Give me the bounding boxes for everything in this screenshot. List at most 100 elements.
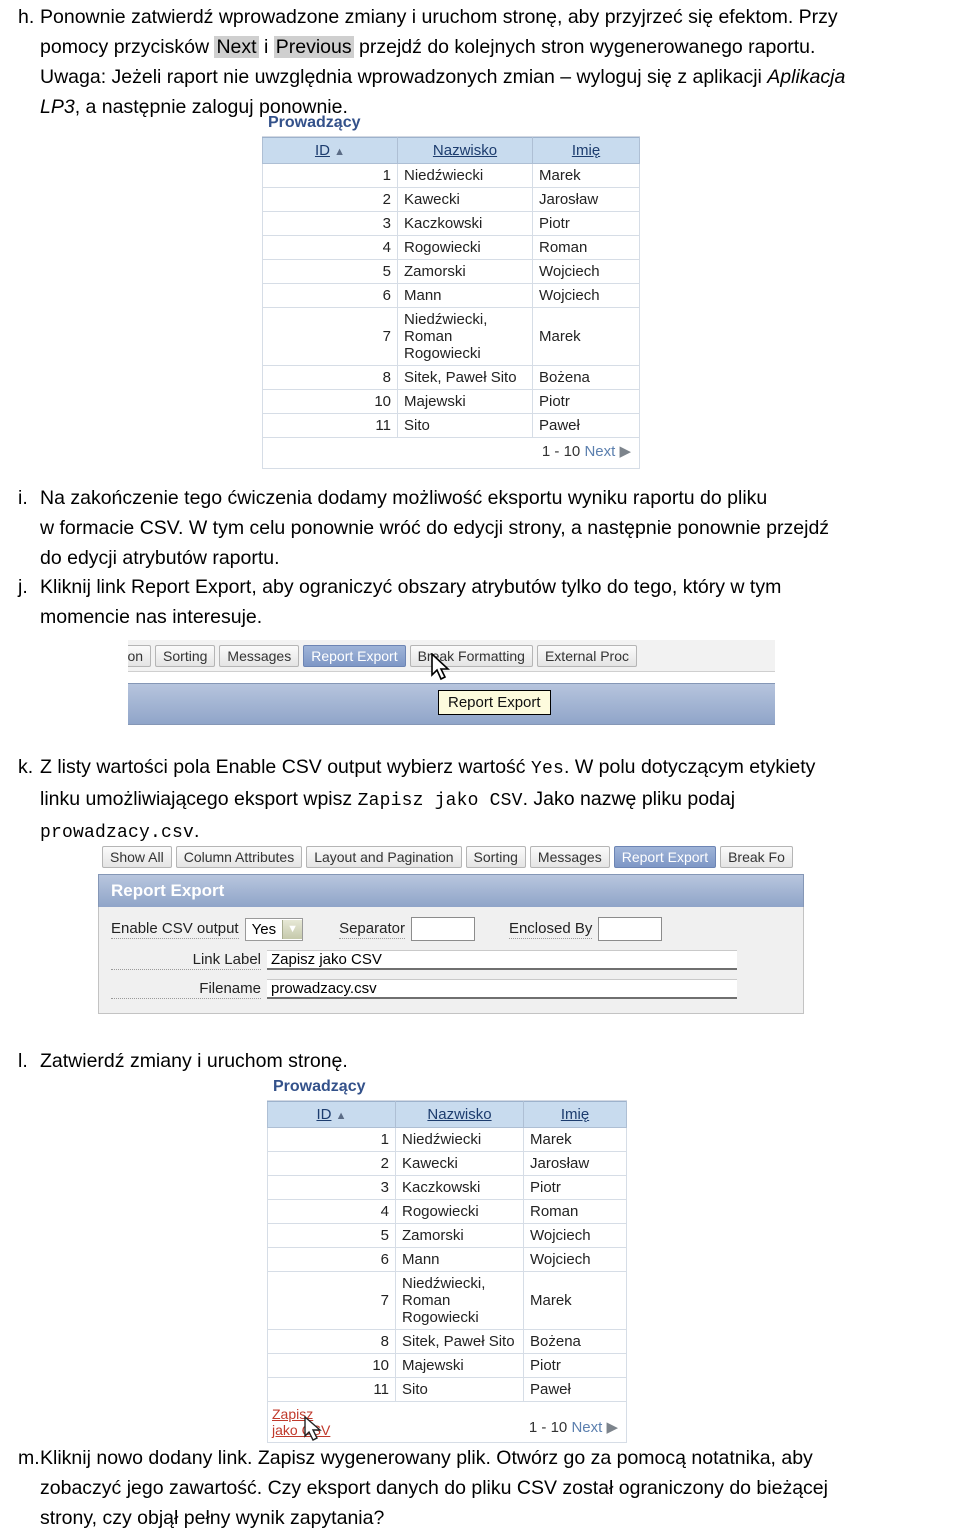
pager-range: 1 - 10 xyxy=(541,443,581,460)
enable-csv-row: Enable CSV output Yes ▼ Separator Enclos… xyxy=(111,917,791,941)
report-table-1-body: 1 Niedźwiecki Marek 2 Kawecki Jarosław 3 Kaczko… xyxy=(262,163,640,438)
filename-label: Filename xyxy=(111,980,261,999)
export-panel: Report Export Enable CSV output Yes ▼ Se… xyxy=(98,874,804,1014)
cell-id: 5 xyxy=(262,259,398,284)
step-m-line-2: zobaczyć jego zawartość. Czy eksport dan… xyxy=(40,1477,828,1499)
step-h-line-2: pomocy przycisków Next i Previous przejd… xyxy=(40,36,816,58)
cell-id: 11 xyxy=(262,413,398,438)
tabbar-screenshot-j: ginationSortingMessagesReport ExportBrea… xyxy=(128,640,775,736)
tab-gination[interactable]: gination xyxy=(128,645,152,667)
enclosed-by-label: Enclosed By xyxy=(508,919,593,939)
step-i-marker: i. xyxy=(18,487,28,509)
column-header-nazwisko-2[interactable]: Nazwisko xyxy=(395,1101,524,1128)
cell-id: 6 xyxy=(262,283,398,308)
export-panel-heading: Report Export xyxy=(98,874,804,907)
filename-input[interactable] xyxy=(267,979,737,999)
step-h-marker: h. xyxy=(18,6,35,28)
cell-id: 7 xyxy=(262,307,398,366)
column-header-id[interactable]: ID ▲ xyxy=(262,137,398,164)
cell-id: 6 xyxy=(267,1247,396,1272)
table-row: 3 Kaczkowski Piotr xyxy=(267,1175,627,1200)
enable-csv-term: Enable CSV output xyxy=(215,756,382,778)
step-i-text: Na zakończenie tego ćwiczenia dodamy moż… xyxy=(40,483,950,573)
pager-next-link-2[interactable]: Next xyxy=(571,1419,602,1436)
cell-nazwisko: Rogowiecki xyxy=(395,1199,524,1224)
tab-report-export[interactable]: Report Export xyxy=(613,846,717,868)
table-row: 1 Niedźwiecki Marek xyxy=(262,163,640,188)
table-row: 8 Sitek, Paweł Sito Bożena xyxy=(267,1329,627,1354)
tab-break-fo[interactable]: Break Fo xyxy=(720,846,793,868)
pager-controls-2[interactable]: 1 - 10 Next ▶ xyxy=(529,1406,618,1436)
cell-nazwisko: Niedźwiecki, Roman Rogowiecki xyxy=(397,307,533,366)
pager-next-arrow-icon[interactable]: ▶ xyxy=(619,443,631,460)
table-row: 7 Niedźwiecki, Roman Rogowiecki Marek xyxy=(262,307,640,366)
tab-external-proc[interactable]: External Proc xyxy=(536,645,638,667)
report-table-1: ID ▲ Nazwisko Imię 1 Niedźwiecki Marek 2 Kaw… xyxy=(262,137,640,438)
tab-column-attributes[interactable]: Column Attributes xyxy=(175,846,303,868)
report-title: Prowadzący xyxy=(262,114,640,137)
tab-layout-and-pagination[interactable]: Layout and Pagination xyxy=(306,846,462,868)
cell-id: 2 xyxy=(267,1151,396,1176)
link-label-input[interactable] xyxy=(267,950,737,970)
tab-show-all[interactable]: Show All xyxy=(102,846,172,868)
step-j-line-2: momencie nas interesuje. xyxy=(40,606,263,628)
link-label-label: Link Label xyxy=(111,951,261,970)
step-m: m. Kliknij nowo dodany link. Zapisz wyge… xyxy=(0,1443,955,1533)
step-m-line-1: Kliknij nowo dodany link. Zapisz wygener… xyxy=(40,1447,813,1469)
table-row: 2 Kawecki Jarosław xyxy=(267,1151,627,1176)
separator-input[interactable] xyxy=(410,917,475,941)
cell-nazwisko: Kawecki xyxy=(397,187,533,212)
enable-csv-label: Enable CSV output xyxy=(111,919,239,939)
cell-id: 3 xyxy=(262,211,398,236)
pager-next-arrow-icon-2[interactable]: ▶ xyxy=(606,1419,618,1436)
column-header-nazwisko[interactable]: Nazwisko xyxy=(397,137,533,164)
cell-imie: Marek xyxy=(532,163,640,188)
step-h-line-1: Ponownie zatwierdź wprowadzone zmiany i … xyxy=(40,6,838,28)
step-k: k. Z listy wartości pola Enable CSV outp… xyxy=(0,752,955,848)
column-header-imie-2[interactable]: Imię xyxy=(523,1101,627,1128)
report-screenshot-1: Prowadzący ID ▲ Nazwisko Imię 1 Niedźwiec… xyxy=(262,114,640,469)
table-row: 5 Zamorski Wojciech xyxy=(267,1223,627,1248)
cell-id: 10 xyxy=(267,1353,396,1378)
cell-imie: Bożena xyxy=(523,1329,627,1354)
enclosed-by-input[interactable] xyxy=(598,917,663,941)
cell-imie: Wojciech xyxy=(532,283,640,308)
cell-imie: Jarosław xyxy=(532,187,640,212)
report-export-screenshot: Show All Column Attributes Layout and Pagi… xyxy=(98,843,808,1043)
chevron-down-icon[interactable]: ▼ xyxy=(282,919,303,939)
table-row: 11 Sito Paweł xyxy=(267,1377,627,1402)
previous-term: Previous xyxy=(273,36,354,58)
cell-nazwisko: Sito xyxy=(395,1377,524,1402)
step-h: h. Ponownie zatwierdź wprowadzone zmiany… xyxy=(0,2,950,122)
cell-id: 1 xyxy=(262,163,398,188)
tab-report-export[interactable]: Report Export xyxy=(303,645,406,667)
cell-id: 7 xyxy=(267,1271,396,1330)
table-row: 11 Sito Paweł xyxy=(262,413,640,438)
table-header-row-2: ID ▲ Nazwisko Imię xyxy=(267,1101,627,1128)
column-header-imie[interactable]: Imię xyxy=(532,137,640,164)
pager-controls[interactable]: 1 - 10 Next ▶ xyxy=(542,442,631,460)
cell-imie: Piotr xyxy=(532,211,640,236)
column-header-id-2[interactable]: ID ▲ xyxy=(267,1101,396,1128)
step-i-line-2: w formacie CSV. W tym celu ponownie wróć… xyxy=(40,517,830,539)
step-l: l. Zatwierdź zmiany i uruchom stronę. xyxy=(0,1046,950,1076)
tab-messages[interactable]: Messages xyxy=(219,645,300,667)
tab-break-formatting[interactable]: Break Formatting xyxy=(409,645,533,667)
table-row: 7 Niedźwiecki, Roman Rogowiecki Marek xyxy=(267,1271,627,1330)
step-j-line-1: Kliknij link Report Export, aby ogranicz… xyxy=(40,576,782,598)
tab-sorting[interactable]: Sorting xyxy=(155,645,216,667)
report-export-term: Report Export xyxy=(131,576,252,598)
link-label-term: Zapisz jako CSV xyxy=(357,791,523,811)
pager-next-link[interactable]: Next xyxy=(584,443,615,460)
table-row: 8 Sitek, Paweł Sito Bożena xyxy=(262,365,640,390)
cell-nazwisko: Niedźwiecki xyxy=(397,163,533,188)
step-j-text: Kliknij link Report Export, aby ogranicz… xyxy=(40,572,950,632)
table-row: 4 Rogowiecki Roman xyxy=(267,1199,627,1224)
cell-imie: Wojciech xyxy=(523,1247,627,1272)
step-l-text: Zatwierdź zmiany i uruchom stronę. xyxy=(40,1050,348,1072)
enable-csv-select[interactable]: Yes ▼ xyxy=(244,917,304,941)
yes-value-term: Yes xyxy=(530,759,564,779)
tab-messages[interactable]: Messages xyxy=(529,846,610,868)
tab-sorting[interactable]: Sorting xyxy=(465,846,526,868)
export-panel-body: Enable CSV output Yes ▼ Separator Enclos… xyxy=(98,907,804,1014)
